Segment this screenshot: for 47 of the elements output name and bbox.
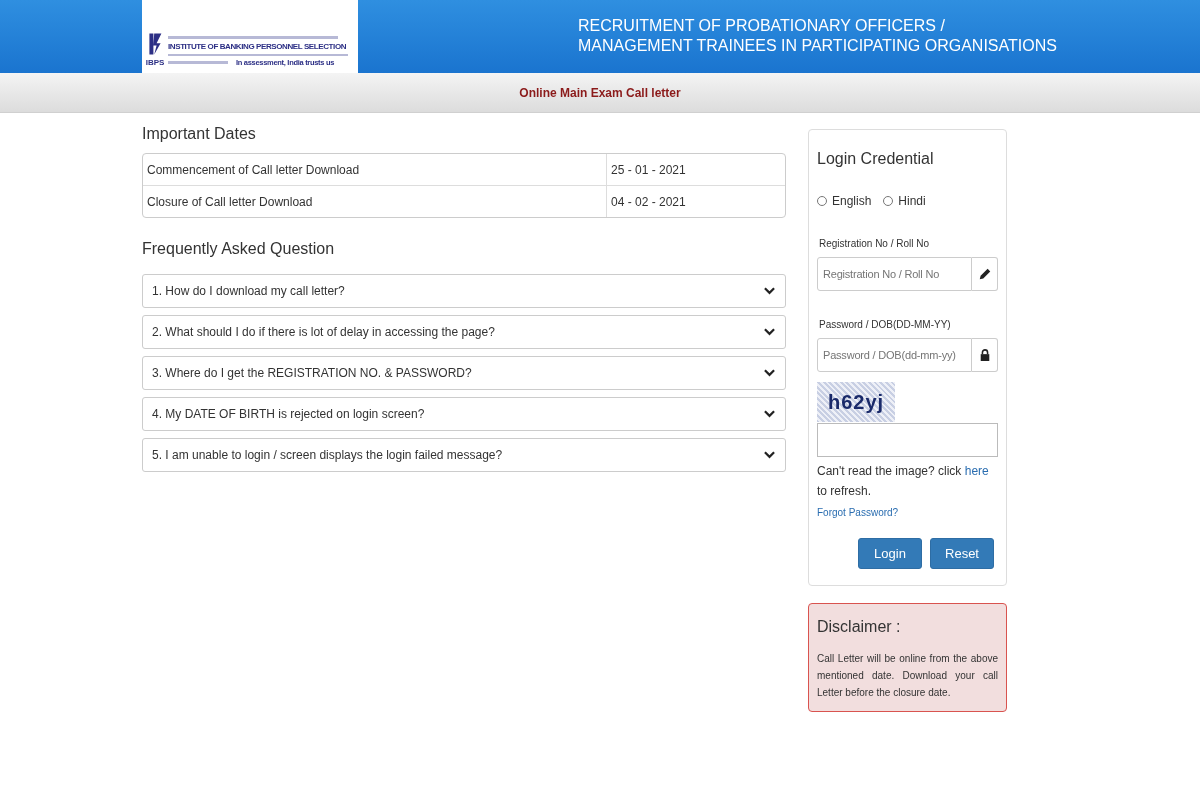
input-field[interactable]: Password / DOB(dd-mm-yy) bbox=[817, 338, 972, 372]
login-button[interactable]: Login bbox=[858, 538, 922, 569]
faq-question: 5. I am unable to login / screen displays the login failed message? bbox=[152, 448, 503, 462]
disclaimer-text: Call Letter will be online from the above mentioned date. Download your call Letter before the closure date. bbox=[817, 652, 998, 700]
radio-label: English bbox=[832, 194, 872, 208]
section-heading: Frequently Asked Question bbox=[142, 240, 336, 258]
faq-question: 1. How do I download my call letter? bbox=[152, 284, 345, 298]
captcha-image: h62yj bbox=[817, 382, 895, 422]
chevron-icon bbox=[764, 410, 775, 418]
faq-item[interactable]: 5. I am unable to login / screen displays the login failed message? bbox=[142, 438, 786, 472]
chevron-icon bbox=[764, 369, 775, 377]
panel-title: Login Credential bbox=[817, 150, 935, 168]
faq-item[interactable]: 4. My DATE OF BIRTH is rejected on login screen? bbox=[142, 397, 786, 431]
page-title: MANAGEMENT TRAINEES IN PARTICIPATING ORGANISATIONS bbox=[578, 36, 1057, 56]
refresh-link[interactable]: here bbox=[964, 464, 989, 478]
input-field[interactable]: Registration No / Roll No bbox=[817, 257, 972, 291]
logo-name: INSTITUTE OF BANKING PERSONNEL SELECTION bbox=[168, 41, 348, 52]
chevron-icon bbox=[764, 328, 775, 336]
forgot-password-link[interactable]: Forgot Password? bbox=[817, 507, 998, 518]
faq-question: 2. What should I do if there is lot of delay in accessing the page? bbox=[152, 325, 495, 339]
section-heading: Important Dates bbox=[142, 125, 257, 143]
disclaimer-title: Disclaimer : bbox=[817, 618, 902, 636]
language-radio[interactable]: English bbox=[817, 194, 872, 208]
table-cell-text: Commencement of Call letter Download bbox=[146, 161, 361, 179]
refresh-hint: Can't read the image? click here to refresh. bbox=[817, 463, 990, 500]
table-cell: Closure of Call letter Download bbox=[143, 185, 606, 217]
pencil-icon bbox=[977, 267, 992, 281]
subheader-title: Online Main Exam Call letter bbox=[519, 85, 681, 100]
lock-icon bbox=[978, 348, 991, 362]
chevron-icon bbox=[764, 287, 775, 295]
field-label: Password / DOB(DD-MM-YY) bbox=[818, 319, 952, 330]
logo-abbreviation: IBPS bbox=[145, 58, 165, 67]
radio-label: Hindi bbox=[898, 194, 926, 208]
faq-question: 3. Where do I get the REGISTRATION NO. & PASSWORD? bbox=[152, 366, 472, 380]
faq-item[interactable]: 1. How do I download my call letter? bbox=[142, 274, 786, 308]
field-label: Registration No / Roll No bbox=[818, 238, 931, 249]
language-radio[interactable]: Hindi bbox=[883, 194, 926, 208]
faq-question: 4. My DATE OF BIRTH is rejected on login screen? bbox=[152, 407, 425, 421]
faq-item[interactable]: 3. Where do I get the REGISTRATION NO. & PASSWORD? bbox=[142, 356, 786, 390]
captcha-field[interactable] bbox=[817, 423, 998, 457]
faq-item[interactable]: 2. What should I do if there is lot of delay in accessing the page? bbox=[142, 315, 786, 349]
reset-button[interactable]: Reset bbox=[930, 538, 994, 569]
chevron-icon bbox=[764, 451, 775, 459]
table-cell: 25 - 01 - 2021 bbox=[606, 154, 785, 185]
page-title: RECRUITMENT OF PROBATIONARY OFFICERS / bbox=[578, 16, 946, 36]
logo-script-line bbox=[168, 61, 228, 64]
table-cell: 04 - 02 - 2021 bbox=[606, 185, 785, 217]
